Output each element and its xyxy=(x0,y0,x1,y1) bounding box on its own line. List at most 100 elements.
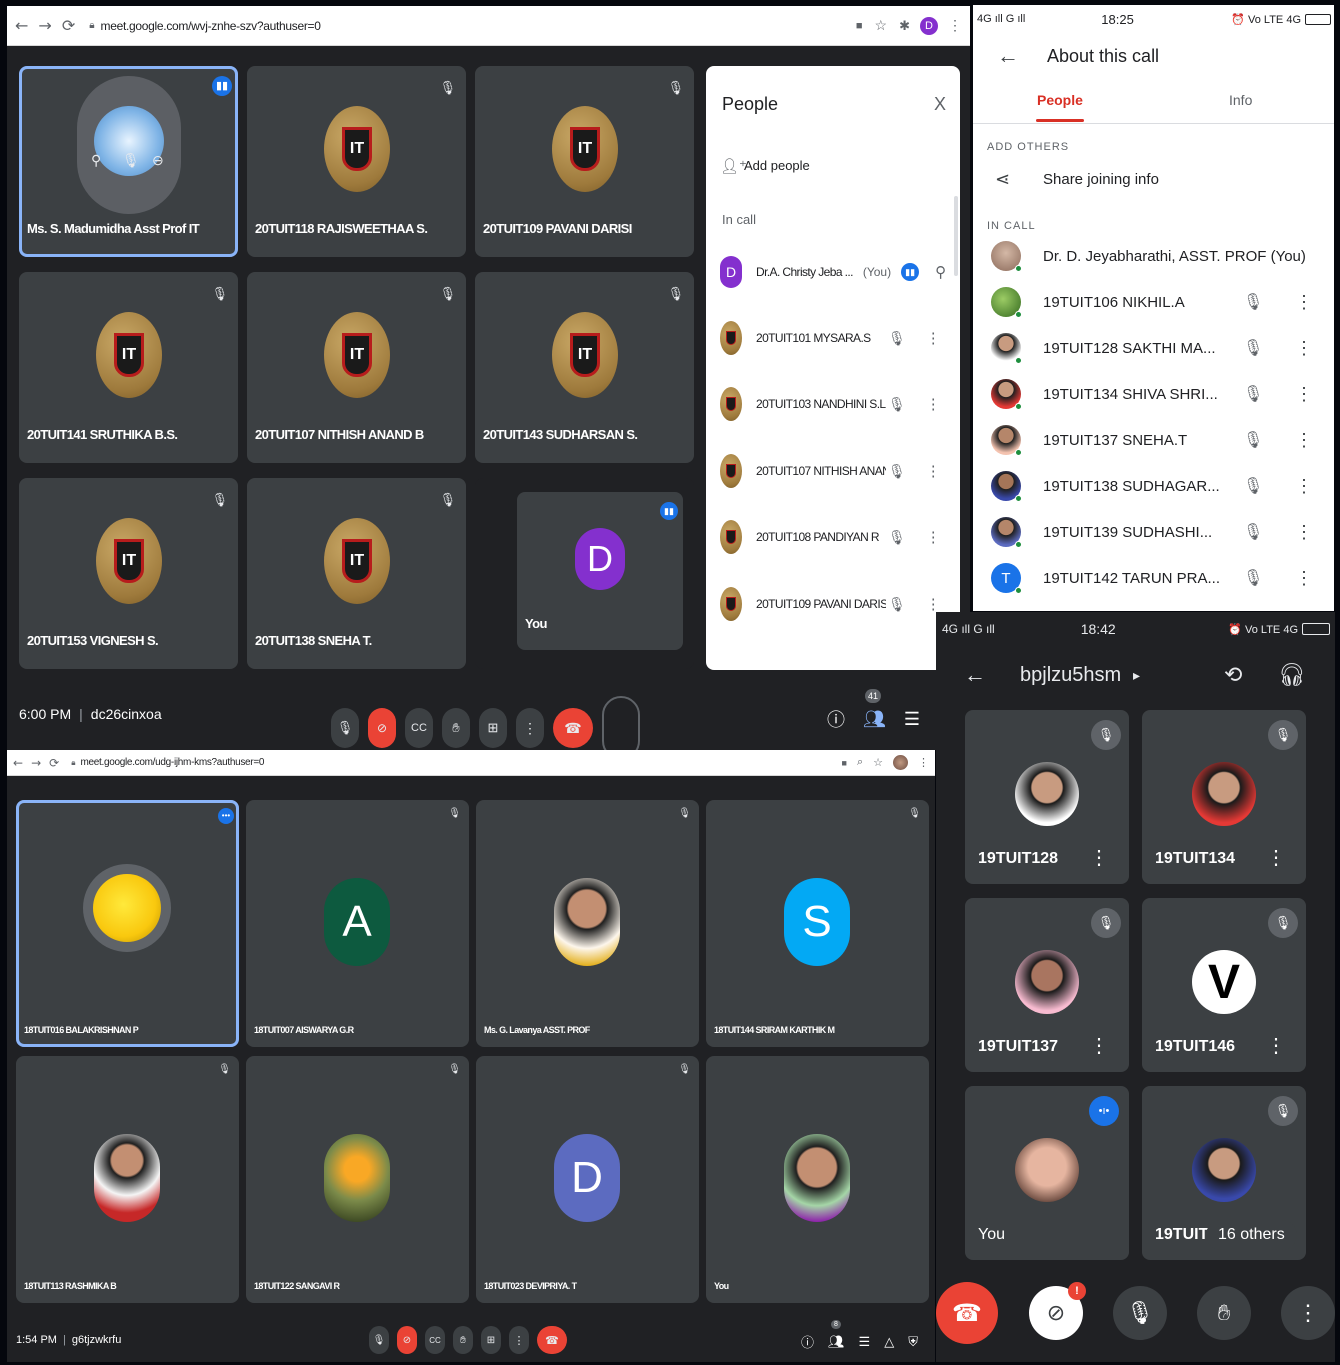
more-icon[interactable]: ⋮ xyxy=(1295,568,1313,589)
participant-tile[interactable]: IT 🎙︎ 20TUIT107 NITHISH ANAND B xyxy=(247,272,466,463)
more-icon[interactable]: ⋮ xyxy=(926,329,941,347)
participant-tile[interactable]: 🎙︎ 19TUIT137 ⋮ xyxy=(965,898,1129,1072)
present-button[interactable]: ⊞ xyxy=(479,708,507,748)
more-indicator-icon[interactable]: ••• xyxy=(218,808,234,824)
people-row[interactable]: 20TUIT108 PANDIYAN R 🎙︎ ⋮ xyxy=(706,519,960,555)
camera-icon[interactable]: ■ xyxy=(856,20,863,32)
pin-icon[interactable]: ⚲ xyxy=(91,152,101,169)
host-controls-icon[interactable]: ⛨ xyxy=(908,1334,918,1350)
reload-icon[interactable]: ⟳ xyxy=(49,756,59,770)
close-icon[interactable]: X xyxy=(934,94,946,115)
participant-tile[interactable]: ⚲ 🎙︎ ⊖ ▮▮ Ms. S. Madumidha Asst Prof IT xyxy=(19,66,238,257)
more-icon[interactable]: ⋮ xyxy=(1295,430,1313,451)
chat-icon[interactable]: ☰ xyxy=(859,1334,871,1350)
more-icon[interactable]: ⋮ xyxy=(1295,338,1313,359)
participant-tile[interactable]: 🎙︎ V 19TUIT146 ⋮ xyxy=(1142,898,1306,1072)
more-icon[interactable]: ⋮ xyxy=(1266,845,1286,870)
reload-icon[interactable]: ⟳ xyxy=(62,16,75,35)
participant-tile[interactable]: D 🎙︎ 18TUIT023 DEVIPRIYA. T xyxy=(476,1056,699,1303)
mic-button[interactable]: 🎙︎ xyxy=(331,708,359,748)
participant-tile[interactable]: IT 🎙︎ 20TUIT153 VIGNESH S. xyxy=(19,478,238,669)
more-icon[interactable]: ⋮ xyxy=(926,395,941,413)
forward-icon[interactable]: → xyxy=(38,16,51,35)
participant-tile[interactable]: IT 🎙︎ 20TUIT138 SNEHA T. xyxy=(247,478,466,669)
participant-tile[interactable]: S 🎙︎ 18TUIT144 SRIRAM KARTHIK M xyxy=(706,800,929,1047)
more-icon[interactable]: ⋮ xyxy=(1295,384,1313,405)
menu-icon[interactable]: ⋮ xyxy=(948,17,962,34)
info-icon[interactable]: ⓘ xyxy=(827,706,845,732)
raise-hand-button[interactable]: ✋︎ xyxy=(442,708,470,748)
share-joining-info-button[interactable]: Share joining info xyxy=(1043,171,1159,188)
people-icon[interactable]: 👥︎ 41 xyxy=(863,688,886,730)
captions-button[interactable]: CC xyxy=(425,1326,445,1354)
more-icon[interactable]: ⋮ xyxy=(1295,292,1313,313)
more-icon[interactable]: ⋮ xyxy=(926,462,941,480)
more-options-button[interactable]: ⋮ xyxy=(509,1326,529,1354)
participant-tile[interactable]: 🎙︎ 19TUIT134 ⋮ xyxy=(1142,710,1306,884)
more-icon[interactable]: ⋮ xyxy=(1295,522,1313,543)
people-row[interactable]: 20TUIT107 NITHISH ANAN... 🎙︎ ⋮ xyxy=(706,453,960,489)
pin-icon[interactable]: ⚲ xyxy=(935,263,946,281)
call-participant-row[interactable]: 19TUIT128 SAKTHI MA... 🎙︎ ⋮ xyxy=(973,325,1334,371)
mic-button[interactable]: 🎙︎ xyxy=(369,1326,389,1354)
back-icon[interactable]: ← xyxy=(15,16,28,35)
self-tile[interactable]: D ▮▮ You xyxy=(475,478,694,669)
address-bar[interactable]: meet.google.com/wvj-znhe-szv?authuser=0 xyxy=(101,19,321,33)
star-icon[interactable]: ☆ xyxy=(875,17,888,34)
others-chip[interactable]: 16 others xyxy=(1206,1220,1297,1250)
call-participant-row[interactable]: T 19TUIT142 TARUN PRA... 🎙︎ ⋮ xyxy=(973,555,1334,601)
participant-tile[interactable]: 🎙︎ Ms. G. Lavanya ASST. PROF xyxy=(476,800,699,1047)
participant-tile[interactable]: IT 🎙︎ 20TUIT118 RAJISWEETHAA S. xyxy=(247,66,466,257)
call-participant-row[interactable]: 19TUIT137 SNEHA.T 🎙︎ ⋮ xyxy=(973,417,1334,463)
tab-info[interactable]: Info xyxy=(1229,92,1252,108)
more-options-button[interactable]: ⋮ xyxy=(516,708,544,748)
scrollbar[interactable] xyxy=(954,196,958,276)
participant-tile[interactable]: A 🎙︎ 18TUIT007 AISWARYA G.R xyxy=(246,800,469,1047)
add-people-button[interactable]: Add people xyxy=(744,158,810,173)
leave-call-button[interactable]: ☎︎ xyxy=(537,1326,567,1354)
star-icon[interactable]: ☆ xyxy=(873,756,883,769)
more-options-button[interactable]: ⋮ xyxy=(1281,1286,1335,1340)
people-row[interactable]: 20TUIT109 PAVANI DARISI 🎙︎ ⋮ xyxy=(706,586,960,622)
self-tile[interactable]: •ı• You xyxy=(965,1086,1129,1260)
raise-hand-button[interactable]: ✋︎ xyxy=(453,1326,473,1354)
camera-off-button[interactable]: ⊘ xyxy=(397,1326,417,1354)
raise-hand-button[interactable]: ✋︎ xyxy=(1197,1286,1251,1340)
present-button[interactable]: ⊞ xyxy=(481,1326,501,1354)
profile-avatar[interactable] xyxy=(893,755,908,770)
add-people-icon[interactable]: 👤︎⁺ xyxy=(720,157,747,175)
participant-tile[interactable]: 🎙︎ 18TUIT113 RASHMIKA B xyxy=(16,1056,239,1303)
participant-tile[interactable]: 🎙︎ 19TUIT1 16 others xyxy=(1142,1086,1306,1260)
back-arrow-icon[interactable]: ← xyxy=(997,43,1019,69)
menu-icon[interactable]: ⋮ xyxy=(918,756,929,769)
forward-icon[interactable]: → xyxy=(31,756,41,770)
extension-icon[interactable]: ✱ xyxy=(899,18,910,34)
call-participant-row[interactable]: 19TUIT134 SHIVA SHRI... 🎙︎ ⋮ xyxy=(973,371,1334,417)
camera-off-button[interactable]: ⊘ xyxy=(368,708,396,748)
more-icon[interactable]: ⋮ xyxy=(926,595,941,613)
people-icon[interactable]: 👥︎ 8 xyxy=(828,1319,845,1350)
participant-tile[interactable]: IT 🎙︎ 20TUIT109 PAVANI DARISI xyxy=(475,66,694,257)
call-participant-row[interactable]: 19TUIT138 SUDHAGAR... 🎙︎ ⋮ xyxy=(973,463,1334,509)
back-arrow-icon[interactable]: ← xyxy=(964,662,986,688)
remove-icon[interactable]: ⊖ xyxy=(152,152,164,169)
share-icon[interactable]: ⋖ xyxy=(995,169,1010,190)
profile-avatar[interactable]: D xyxy=(920,16,938,35)
participant-tile[interactable]: 🎙︎ 19TUIT128 ⋮ xyxy=(965,710,1129,884)
chat-icon[interactable]: ☰ xyxy=(904,709,920,730)
chevron-right-icon[interactable]: ▸ xyxy=(1133,667,1140,684)
participant-tile[interactable]: 🎙︎ 18TUIT122 SANGAVI R xyxy=(246,1056,469,1303)
audio-output-icon[interactable]: 🎧︎ xyxy=(1278,662,1306,688)
meeting-name[interactable]: bpjlzu5hsm xyxy=(1020,664,1121,687)
camera-icon[interactable]: ■ xyxy=(842,758,847,768)
more-icon[interactable]: ⋮ xyxy=(1089,1033,1109,1058)
people-row[interactable]: 20TUIT103 NANDHINI S.L. 🎙︎ ⋮ xyxy=(706,386,960,422)
more-icon[interactable]: ⋮ xyxy=(1295,476,1313,497)
participant-tile[interactable]: IT 🎙︎ 20TUIT143 SUDHARSAN S. xyxy=(475,272,694,463)
call-participant-row[interactable]: 19TUIT106 NIKHIL.A 🎙︎ ⋮ xyxy=(973,279,1334,325)
more-icon[interactable]: ⋮ xyxy=(1266,1033,1286,1058)
address-bar[interactable]: meet.google.com/udg-ijhm-kms?authuser=0 xyxy=(80,757,264,768)
more-icon[interactable]: ⋮ xyxy=(926,528,941,546)
mic-button[interactable]: 🎙︎ xyxy=(1113,1286,1167,1340)
info-icon[interactable]: ⓘ xyxy=(801,1332,814,1351)
